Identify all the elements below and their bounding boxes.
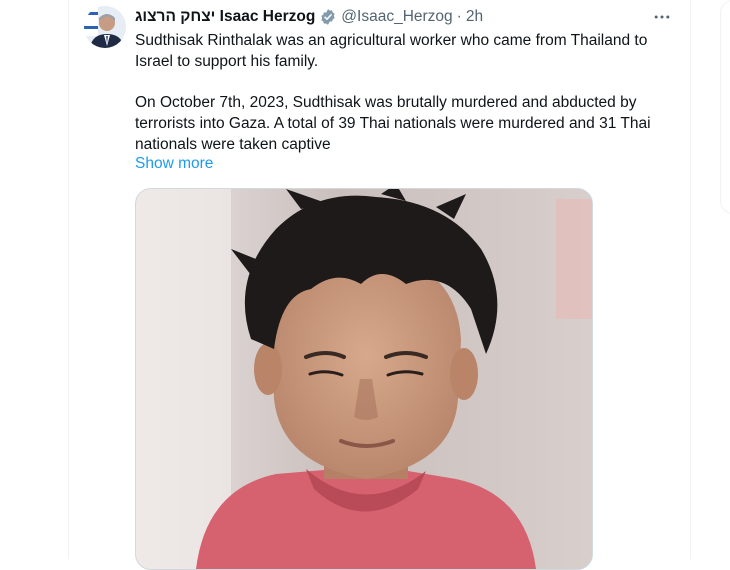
timeline-left-border bbox=[68, 0, 69, 559]
timeline-right-border bbox=[690, 0, 691, 559]
tweet-paragraph-1: Sudthisak Rinthalak was an agricultural … bbox=[135, 32, 648, 70]
tweet-text: Sudthisak Rinthalak was an agricultural … bbox=[135, 30, 680, 155]
tweet-paragraph-2: On October 7th, 2023, Sudthisak was brut… bbox=[135, 94, 651, 153]
author-display-name[interactable]: יצחק הרצוג Isaac Herzog bbox=[135, 8, 315, 26]
sidebar-panel-edge bbox=[720, 0, 730, 214]
tweet-photo[interactable] bbox=[135, 188, 593, 570]
more-options-icon[interactable] bbox=[650, 6, 674, 28]
show-more-link[interactable]: Show more bbox=[135, 155, 213, 173]
separator-dot: · bbox=[456, 8, 462, 25]
tweet-timestamp[interactable]: 2h bbox=[466, 8, 483, 26]
author-handle[interactable]: @Isaac_Herzog bbox=[341, 8, 452, 26]
avatar[interactable] bbox=[84, 6, 126, 48]
verified-badge-icon bbox=[319, 8, 337, 26]
tweet-header: יצחק הרצוג Isaac Herzog @Isaac_Herzog · … bbox=[135, 6, 483, 28]
